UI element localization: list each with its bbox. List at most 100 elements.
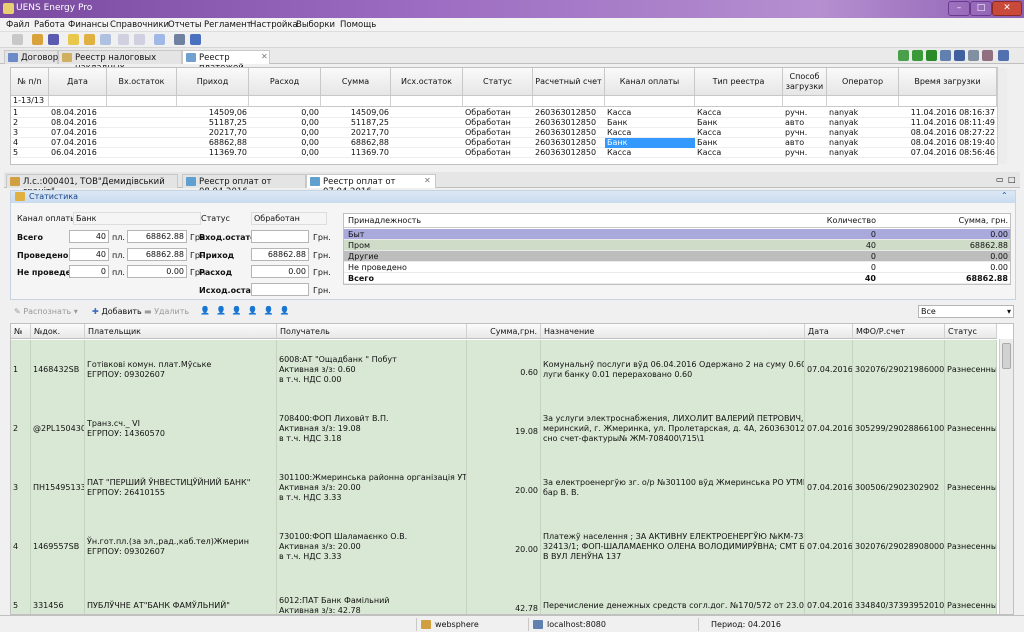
tab-payment-registry[interactable]: Реестр платежей (182, 50, 270, 73)
table-cell[interactable]: 4 (11, 138, 49, 148)
table-cell[interactable] (391, 118, 463, 128)
table-cell[interactable] (391, 128, 463, 138)
table-cell[interactable]: 0,00 (249, 108, 321, 118)
menu-help[interactable]: Помощь (340, 20, 376, 30)
statistics-row[interactable]: Не проведено 0 0.00 (344, 262, 1010, 273)
table-cell[interactable]: Касса (605, 108, 695, 118)
table-cell[interactable]: 260363012850 (533, 108, 605, 118)
table-cell[interactable]: 20.00 (467, 458, 541, 518)
col-header[interactable]: Плательщик (85, 324, 277, 339)
grid-icon[interactable] (954, 50, 965, 61)
table-cell[interactable]: ПН15495133 (31, 458, 85, 518)
col-header[interactable]: Расход (249, 68, 321, 96)
table-cell[interactable]: 07.04.2016 (805, 340, 853, 400)
statistics-header[interactable]: Статистика ⌃ (11, 191, 1015, 203)
table-cell[interactable]: 07.04.2016 (49, 128, 107, 138)
table-cell[interactable]: nanyak (827, 128, 899, 138)
table-cell[interactable]: 3 (11, 458, 31, 518)
table-row[interactable]: 5 06.04.2016 11369.70 0,00 11369.70 Обработан… (11, 148, 997, 158)
table-cell[interactable]: 11369.70 (177, 148, 249, 158)
table-cell[interactable]: 300506/2902302902 (853, 458, 945, 518)
close-button[interactable]: ✕ (992, 1, 1022, 16)
table-cell[interactable]: 06.04.2016 (49, 148, 107, 158)
table-cell[interactable]: Банк (605, 118, 695, 128)
table-row[interactable]: 4 07.04.2016 68862,88 0,00 68862,88 Обработан… (11, 138, 997, 148)
table-cell[interactable]: 305299/2902886610001 (853, 399, 945, 459)
table-cell[interactable]: 5 (11, 576, 31, 614)
table-cell[interactable]: Касса (605, 128, 695, 138)
col-header[interactable]: Вх.остаток (107, 68, 177, 96)
filter-cell[interactable] (249, 96, 321, 107)
table-cell[interactable]: Обработан (463, 138, 533, 148)
minimize-panel-icon[interactable]: ▭ (996, 175, 1004, 184)
close-tab-icon[interactable]: ✕ (424, 176, 431, 185)
table-cell[interactable]: 301100:Жмеринська районна організація УТ… (277, 458, 467, 518)
table-cell[interactable]: Платежў населення ; ЗА АКТИВНУ ЕЛЕКТРОЕН… (541, 517, 805, 577)
table-cell[interactable]: 1 (11, 108, 49, 118)
col-header[interactable]: Способ загрузки (783, 68, 827, 96)
table-cell[interactable]: 0,00 (249, 138, 321, 148)
table-cell[interactable]: 730100:ФОП Шаламаєнко О.В. Активная з/з: … (277, 517, 467, 577)
col-header[interactable]: Дата (49, 68, 107, 96)
table-cell[interactable] (391, 138, 463, 148)
col-header[interactable]: Получатель (277, 324, 467, 339)
menu-regulations[interactable]: Регламент (204, 20, 252, 30)
tab-contracts[interactable]: Договора (4, 50, 63, 64)
table-cell[interactable]: 260363012850 (533, 148, 605, 158)
table-cell[interactable] (391, 148, 463, 158)
table-cell[interactable]: 260363012850 (533, 118, 605, 128)
table-cell[interactable]: 0,00 (249, 128, 321, 138)
table-cell[interactable]: 1468432SB (31, 340, 85, 400)
pages-icon[interactable] (154, 34, 165, 45)
table-row[interactable]: 4 1469557SB Ўн.гот.пл.(за эл.,рад.,каб.тел… (11, 517, 997, 577)
table-cell[interactable]: 260363012850 (533, 138, 605, 148)
table-cell[interactable]: 1 (11, 340, 31, 400)
delete-button[interactable]: ▬ Удалить (144, 307, 189, 316)
table-cell[interactable]: ручн. (783, 128, 827, 138)
filter-cell[interactable] (49, 96, 107, 107)
print-icon[interactable] (174, 34, 185, 45)
export-icon[interactable] (190, 34, 201, 45)
table-cell[interactable]: Обработан (463, 118, 533, 128)
col-header[interactable]: Исх.остаток (391, 68, 463, 96)
table-cell[interactable]: nanyak (827, 108, 899, 118)
table-cell[interactable]: ПАТ "ПЕРШИЙ ЎНВЕСТИЦЎЙНИЙ БАНК" ЕГРПОУ: 2… (85, 458, 277, 518)
table-cell[interactable]: 08.04.2016 08:27:22 (899, 128, 997, 138)
table-cell[interactable]: 07.04.2016 (49, 138, 107, 148)
table-cell[interactable]: Разнесенный (945, 576, 997, 614)
table-cell[interactable]: 2 (11, 118, 49, 128)
filter-select[interactable]: Все ▾ (918, 305, 1014, 318)
tools-icon[interactable] (982, 50, 993, 61)
table-cell[interactable]: Обработан (463, 108, 533, 118)
table-cell[interactable]: 07.04.2016 (805, 458, 853, 518)
table-cell[interactable]: авто (783, 138, 827, 148)
table-cell[interactable]: Разнесенный (945, 458, 997, 518)
table-cell[interactable]: 331456 (31, 576, 85, 614)
col-header[interactable]: Сумма,грн. (467, 324, 541, 339)
table-cell[interactable]: 302076/2902890800000 (853, 517, 945, 577)
copy-icon[interactable] (118, 34, 129, 45)
table-cell[interactable]: Касса (695, 108, 783, 118)
add-button[interactable]: ✚ Добавить (92, 307, 142, 316)
open-folder-icon[interactable] (84, 34, 95, 45)
col-header[interactable]: МФО/Р.счет (853, 324, 945, 339)
filter-cell[interactable] (783, 96, 827, 107)
table-cell[interactable]: 0.60 (467, 340, 541, 400)
col-header[interactable]: Статус (945, 324, 997, 339)
col-header[interactable]: Статус (463, 68, 533, 96)
menu-file[interactable]: Файл (6, 20, 29, 30)
table-cell[interactable]: 3 (11, 128, 49, 138)
table-cell[interactable]: 4 (11, 517, 31, 577)
tab-registry-0704[interactable]: Реестр оплат от 07.04.2016 (306, 174, 436, 197)
table-cell[interactable] (107, 138, 177, 148)
table-cell[interactable]: 08.04.2016 (49, 108, 107, 118)
table-cell[interactable]: 0,00 (249, 148, 321, 158)
filter-icon[interactable] (926, 50, 937, 61)
user-icon[interactable] (32, 34, 43, 45)
col-header[interactable]: Время загрузки (899, 68, 997, 96)
save-icon[interactable] (12, 34, 23, 45)
table-row[interactable]: 3 ПН15495133 ПАТ "ПЕРШИЙ ЎНВЕСТИЦЎЙНИЙ БАН… (11, 458, 997, 518)
tab-registry-0804[interactable]: Реестр оплат от 08.04.2016 (182, 174, 306, 197)
table-cell[interactable]: 42.78 (467, 576, 541, 614)
table-cell[interactable]: 07.04.2016 (805, 399, 853, 459)
